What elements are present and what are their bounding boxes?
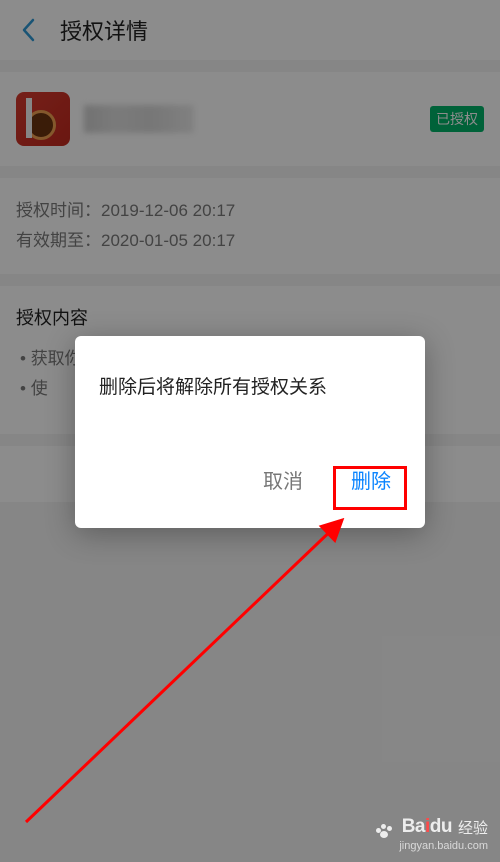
dialog-message: 删除后将解除所有授权关系: [75, 336, 425, 459]
watermark-url: jingyan.baidu.com: [376, 840, 488, 852]
watermark-brand: Baidu: [402, 816, 452, 838]
delete-button[interactable]: 删除: [343, 459, 399, 500]
dialog-actions: 取消 删除: [75, 459, 425, 528]
modal-overlay: 删除后将解除所有授权关系 取消 删除 Baidu 经验 jingyan.baid…: [0, 0, 500, 862]
paw-icon: [376, 824, 394, 838]
cancel-button[interactable]: 取消: [259, 459, 307, 500]
watermark: Baidu 经验 jingyan.baidu.com: [376, 816, 488, 852]
confirm-dialog: 删除后将解除所有授权关系 取消 删除: [75, 336, 425, 528]
watermark-cn: 经验: [458, 817, 488, 838]
